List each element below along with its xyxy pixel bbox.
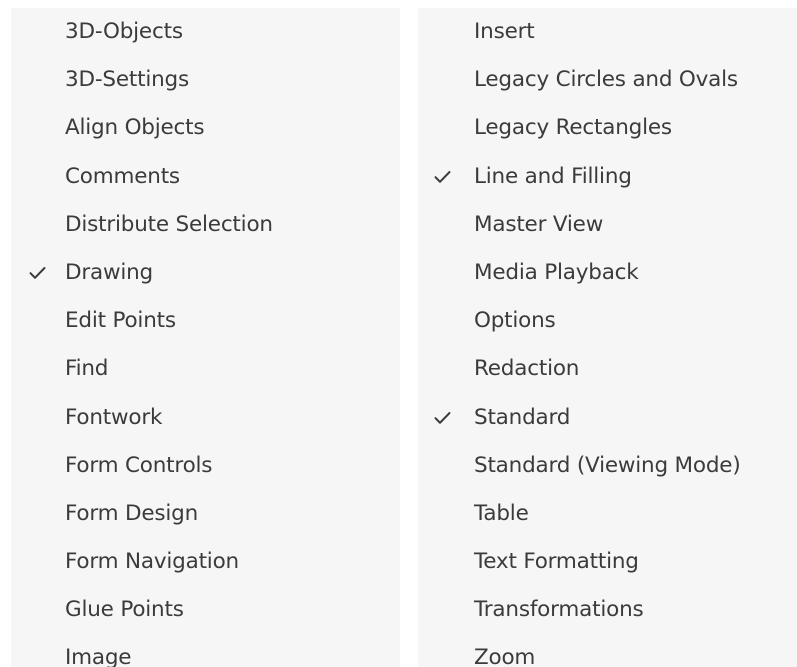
menu-item-label: Edit Points — [65, 308, 176, 334]
menu-item-form-controls[interactable]: Form Controls — [11, 442, 400, 490]
toolbars-menu-list-right: Insert Legacy Circles and Ovals Legacy Rec… — [418, 8, 797, 667]
check-icon — [27, 201, 47, 249]
menu-item-label: Glue Points — [65, 597, 184, 623]
menu-item-label: Drawing — [65, 259, 154, 285]
check-icon — [432, 634, 452, 667]
check-icon — [27, 249, 47, 297]
menu-item-label: Legacy Circles and Ovals — [474, 67, 738, 93]
check-icon — [27, 394, 47, 442]
menu-item-legacy-rectangles[interactable]: Legacy Rectangles — [418, 104, 797, 152]
check-icon — [27, 538, 47, 586]
menu-item-label: Transformations — [474, 597, 644, 623]
menu-item-edit-points[interactable]: Edit Points — [11, 297, 400, 345]
check-icon — [432, 104, 452, 152]
check-icon — [432, 345, 452, 393]
menu-item-3d-objects[interactable]: 3D-Objects — [11, 8, 400, 56]
menu-item-image[interactable]: Image — [11, 634, 400, 667]
menu-item-table[interactable]: Table — [418, 490, 797, 538]
toolbars-menu-list-left: 3D-Objects 3D-Settings Align Objects Commen… — [11, 8, 400, 667]
menu-item-master-view[interactable]: Master View — [418, 201, 797, 249]
menu-item-label: Zoom — [474, 645, 536, 667]
check-icon — [432, 249, 452, 297]
menu-item-label: Line and Filling — [474, 163, 632, 189]
menu-item-line-and-filling[interactable]: Line and Filling — [418, 153, 797, 201]
menu-item-fontwork[interactable]: Fontwork — [11, 394, 400, 442]
menu-item-3d-settings[interactable]: 3D-Settings — [11, 56, 400, 104]
check-icon — [27, 56, 47, 104]
menu-item-legacy-circles-and-ovals[interactable]: Legacy Circles and Ovals — [418, 56, 797, 104]
menu-item-label: Options — [474, 308, 556, 334]
check-icon — [27, 104, 47, 152]
check-icon — [27, 490, 47, 538]
menu-item-options[interactable]: Options — [418, 297, 797, 345]
menu-item-standard-viewing-mode[interactable]: Standard (Viewing Mode) — [418, 442, 797, 490]
check-icon — [432, 586, 452, 634]
menu-item-standard[interactable]: Standard — [418, 394, 797, 442]
menu-item-label: Form Navigation — [65, 549, 239, 575]
menu-item-distribute-selection[interactable]: Distribute Selection — [11, 201, 400, 249]
check-icon — [432, 201, 452, 249]
menu-item-label: Image — [65, 645, 132, 667]
toolbars-menu-left: 3D-Objects 3D-Settings Align Objects Commen… — [11, 8, 400, 667]
menu-item-label: Master View — [474, 211, 604, 237]
check-icon — [432, 153, 452, 201]
menu-item-text-formatting[interactable]: Text Formatting — [418, 538, 797, 586]
menu-item-label: Form Controls — [65, 452, 213, 478]
menu-item-label: Insert — [474, 19, 535, 44]
menu-item-form-navigation[interactable]: Form Navigation — [11, 538, 400, 586]
menu-item-label: Media Playback — [474, 259, 639, 285]
menu-item-zoom[interactable]: Zoom — [418, 634, 797, 667]
menu-item-label: Standard (Viewing Mode) — [474, 452, 741, 478]
check-icon — [27, 153, 47, 201]
check-icon — [27, 634, 47, 667]
menu-item-find[interactable]: Find — [11, 345, 400, 393]
menu-item-label: Form Design — [65, 500, 199, 526]
toolbars-menu-right: Insert Legacy Circles and Ovals Legacy Rec… — [418, 8, 797, 667]
menu-item-form-design[interactable]: Form Design — [11, 490, 400, 538]
menu-item-transformations[interactable]: Transformations — [418, 586, 797, 634]
menu-item-insert[interactable]: Insert — [418, 8, 797, 56]
check-icon — [432, 394, 452, 442]
menu-item-glue-points[interactable]: Glue Points — [11, 586, 400, 634]
check-icon — [27, 345, 47, 393]
menu-item-label: 3D-Settings — [65, 67, 189, 93]
menu-item-label: Legacy Rectangles — [474, 115, 672, 141]
check-icon — [432, 297, 452, 345]
menu-item-redaction[interactable]: Redaction — [418, 345, 797, 393]
menu-item-align-objects[interactable]: Align Objects — [11, 104, 400, 152]
check-icon — [432, 56, 452, 104]
check-icon — [432, 538, 452, 586]
menu-item-label: Text Formatting — [474, 549, 639, 575]
menu-item-label: Find — [65, 356, 109, 382]
menu-item-media-playback[interactable]: Media Playback — [418, 249, 797, 297]
menu-item-label: Standard — [474, 404, 571, 430]
menu-item-label: Distribute Selection — [65, 211, 273, 237]
check-icon — [432, 8, 452, 56]
check-icon — [27, 586, 47, 634]
check-icon — [27, 8, 47, 56]
menu-item-label: Redaction — [474, 356, 580, 382]
menu-item-label: Fontwork — [65, 404, 163, 430]
menu-item-comments[interactable]: Comments — [11, 153, 400, 201]
menu-item-drawing[interactable]: Drawing — [11, 249, 400, 297]
menu-item-label: Align Objects — [65, 115, 205, 141]
check-icon — [27, 297, 47, 345]
menu-item-label: Comments — [65, 163, 180, 189]
menu-item-label: 3D-Objects — [65, 19, 183, 44]
menu-item-label: Table — [474, 500, 529, 526]
check-icon — [432, 490, 452, 538]
check-icon — [432, 442, 452, 490]
check-icon — [27, 442, 47, 490]
